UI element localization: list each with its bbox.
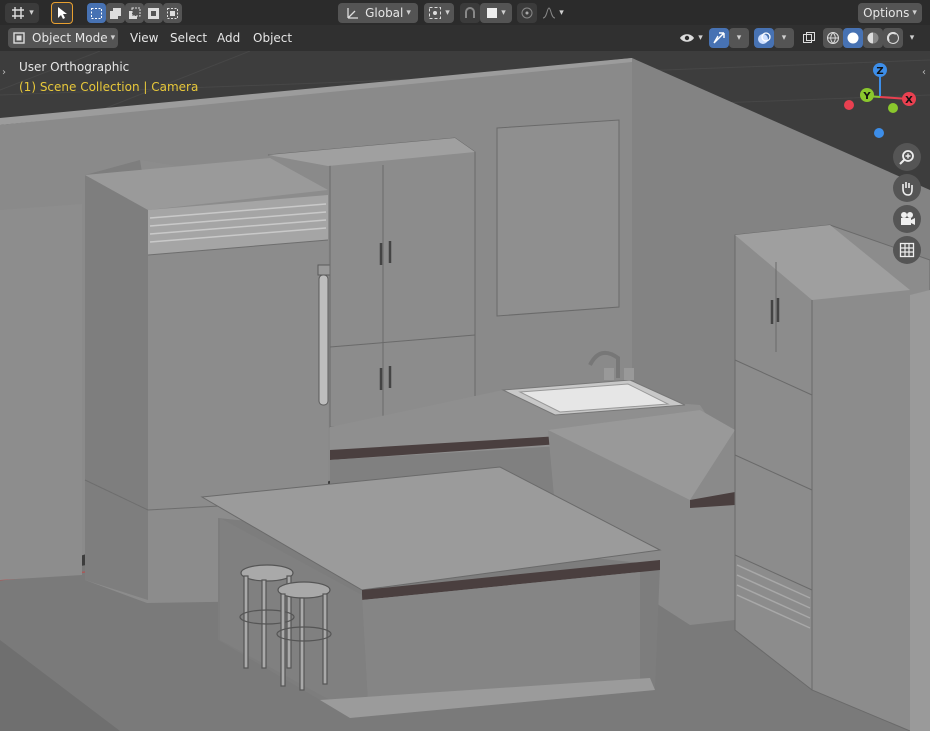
sidebar-expand-arrow[interactable]: ‹ bbox=[922, 67, 926, 78]
viewport-header-bar: Object Mode ▾ View Select Add Object ▾ ▾ … bbox=[0, 25, 930, 51]
z-axis-label: Z bbox=[876, 66, 883, 77]
object-mode-label: Object Mode bbox=[32, 31, 108, 45]
select-invert-icon bbox=[148, 7, 159, 19]
zoom-button[interactable] bbox=[893, 143, 921, 171]
shading-rendered-button[interactable] bbox=[883, 28, 903, 48]
pivot-point-icon bbox=[429, 7, 442, 19]
overlay-icon bbox=[758, 32, 771, 44]
menu-add[interactable]: Add bbox=[211, 28, 246, 48]
y-axis-label: Y bbox=[862, 91, 871, 102]
hand-pan-icon bbox=[902, 182, 913, 196]
snap-target-dropdown[interactable]: ▾ bbox=[480, 3, 512, 23]
tool-header-bar: ▾ Global ▾ ▾ ▾ ▾ Options ▾ bbox=[0, 0, 930, 25]
menu-object[interactable]: Object bbox=[247, 28, 298, 48]
xray-icon bbox=[803, 32, 815, 43]
falloff-icon bbox=[543, 7, 556, 19]
select-mode-intersect[interactable] bbox=[163, 3, 182, 23]
chevron-down-icon: ▾ bbox=[909, 33, 915, 43]
options-dropdown[interactable]: Options ▾ bbox=[858, 3, 922, 23]
chevron-down-icon: ▾ bbox=[736, 33, 742, 43]
neg-z-axis-handle[interactable] bbox=[874, 128, 884, 138]
select-mode-subtract[interactable] bbox=[125, 3, 144, 23]
select-tool-button[interactable] bbox=[51, 2, 73, 24]
select-new-icon bbox=[91, 7, 102, 19]
options-label: Options bbox=[863, 6, 910, 20]
gizmo-toggle[interactable] bbox=[709, 28, 729, 48]
shading-solid-button[interactable] bbox=[843, 28, 863, 48]
viewport-view-name: User Orthographic bbox=[19, 60, 130, 74]
eye-icon bbox=[680, 34, 695, 42]
kitchen-scene bbox=[0, 51, 930, 731]
editor-type-button[interactable]: ▾ bbox=[5, 3, 39, 23]
visibility-dropdown[interactable]: ▾ bbox=[676, 28, 706, 48]
chevron-down-icon: ▾ bbox=[29, 8, 34, 18]
orientation-axes-icon bbox=[347, 8, 359, 19]
pan-button[interactable] bbox=[893, 174, 921, 202]
camera-view-icon bbox=[901, 212, 915, 225]
snap-increment-icon bbox=[487, 8, 498, 18]
3d-viewport[interactable]: User Orthographic (1) Scene Collection |… bbox=[0, 51, 930, 731]
overlay-dropdown[interactable]: ▾ bbox=[774, 28, 794, 48]
falloff-dropdown[interactable]: ▾ bbox=[537, 3, 569, 23]
select-extend-icon bbox=[110, 7, 121, 19]
toolbar-expand-arrow[interactable]: › bbox=[2, 67, 6, 78]
select-intersect-icon bbox=[167, 7, 178, 19]
proportional-edit-toggle[interactable] bbox=[517, 3, 537, 23]
select-mode-invert[interactable] bbox=[144, 3, 163, 23]
zoom-icon bbox=[899, 150, 914, 165]
chevron-down-icon: ▾ bbox=[698, 33, 703, 43]
transform-orientation-dropdown[interactable]: Global ▾ bbox=[338, 3, 418, 23]
camera-view-button[interactable] bbox=[893, 205, 921, 233]
select-mode-extend[interactable] bbox=[106, 3, 125, 23]
select-cursor-icon bbox=[58, 7, 67, 19]
ortho-toggle-button[interactable] bbox=[893, 236, 921, 264]
viewport-collection-label: (1) Scene Collection | Camera bbox=[19, 80, 199, 94]
overlay-toggle[interactable] bbox=[754, 28, 774, 48]
solid-shading-icon bbox=[847, 32, 859, 44]
chevron-down-icon: ▾ bbox=[559, 8, 564, 18]
editor-type-icon bbox=[12, 7, 25, 19]
shading-wireframe-button[interactable] bbox=[823, 28, 843, 48]
chevron-down-icon: ▾ bbox=[912, 8, 917, 18]
chevron-down-icon: ▾ bbox=[110, 33, 116, 43]
rendered-shading-icon bbox=[887, 32, 899, 44]
menu-view[interactable]: View bbox=[124, 28, 164, 48]
gizmo-dropdown[interactable]: ▾ bbox=[729, 28, 749, 48]
gizmo-icon bbox=[713, 32, 725, 44]
transform-orientation-label: Global bbox=[365, 6, 404, 20]
chevron-down-icon: ▾ bbox=[781, 33, 787, 43]
shading-material-button[interactable] bbox=[863, 28, 883, 48]
snap-toggle[interactable] bbox=[460, 3, 480, 23]
proportional-edit-icon bbox=[521, 7, 533, 19]
neg-x-axis-handle[interactable] bbox=[844, 100, 854, 110]
xray-toggle[interactable] bbox=[799, 28, 819, 48]
snap-icon bbox=[465, 7, 475, 18]
neg-y-axis-handle[interactable] bbox=[888, 103, 898, 113]
material-shading-icon bbox=[867, 32, 879, 44]
navigation-gizmo[interactable]: Z Y X bbox=[840, 59, 920, 149]
chevron-down-icon: ▾ bbox=[445, 8, 450, 18]
pivot-point-dropdown[interactable]: ▾ bbox=[424, 3, 454, 23]
menu-select[interactable]: Select bbox=[164, 28, 213, 48]
chevron-down-icon: ▾ bbox=[406, 8, 411, 18]
select-subtract-icon bbox=[129, 7, 141, 19]
select-mode-new[interactable] bbox=[87, 3, 106, 23]
chevron-down-icon: ▾ bbox=[501, 8, 506, 18]
grid-ortho-icon bbox=[899, 242, 915, 258]
wireframe-shading-icon bbox=[827, 32, 839, 44]
x-axis-label: X bbox=[905, 95, 913, 106]
object-mode-dropdown[interactable]: Object Mode ▾ bbox=[8, 28, 118, 48]
shading-dropdown[interactable]: ▾ bbox=[903, 28, 921, 48]
object-mode-icon bbox=[13, 32, 25, 44]
